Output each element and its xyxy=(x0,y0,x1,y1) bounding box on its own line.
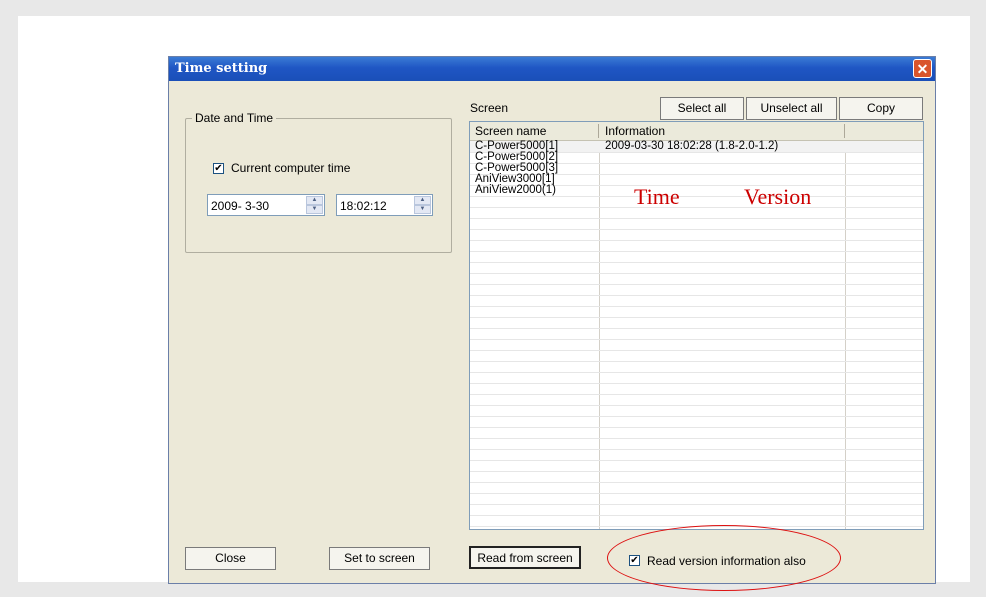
table-header: Screen name Information xyxy=(470,122,923,141)
spin-down-icon[interactable]: ▼ xyxy=(414,205,431,214)
title-bar[interactable]: Time setting ✕ xyxy=(169,57,935,81)
current-computer-time-checkbox[interactable]: ✔ xyxy=(213,163,224,174)
date-value: 2009- 3-30 xyxy=(211,199,270,213)
column-header-information[interactable]: Information xyxy=(605,124,665,138)
highlight-ellipse xyxy=(607,525,841,591)
date-spinner[interactable]: ▲ ▼ xyxy=(306,196,323,214)
screen-label: Screen xyxy=(470,101,509,115)
read-from-screen-button[interactable]: Read from screen xyxy=(469,546,581,569)
column-header-screen-name[interactable]: Screen name xyxy=(475,124,546,138)
time-annotation: Time xyxy=(634,184,680,209)
time-value: 18:02:12 xyxy=(340,199,387,213)
close-window-icon[interactable]: ✕ xyxy=(913,59,932,78)
date-time-group-label: Date and Time xyxy=(192,111,277,125)
time-picker[interactable]: 18:02:12 ▲ ▼ xyxy=(336,194,433,216)
version-annotation: Version xyxy=(744,184,812,209)
current-computer-time-label: Current computer time xyxy=(231,161,351,175)
date-time-group: Date and Time ✔ Current computer time 20… xyxy=(185,111,452,253)
set-to-screen-button[interactable]: Set to screen xyxy=(329,547,430,570)
time-spinner[interactable]: ▲ ▼ xyxy=(414,196,431,214)
date-picker[interactable]: 2009- 3-30 ▲ ▼ xyxy=(207,194,325,216)
copy-button[interactable]: Copy xyxy=(839,97,923,120)
close-button[interactable]: Close xyxy=(185,547,276,570)
unselect-all-button[interactable]: Unselect all xyxy=(746,97,837,120)
spin-up-icon[interactable]: ▲ xyxy=(414,196,431,205)
spin-down-icon[interactable]: ▼ xyxy=(306,205,323,214)
screen-name-cell: AniView2000(1) xyxy=(475,184,556,196)
window-title: Time setting xyxy=(175,61,268,76)
time-setting-dialog: Time setting ✕ Date and Time ✔ Current c… xyxy=(168,56,936,591)
screen-table[interactable]: Screen name Information C-Power5000[1] 20… xyxy=(469,121,924,530)
spin-up-icon[interactable]: ▲ xyxy=(306,196,323,205)
information-cell: 2009-03-30 18:02:28 (1.8-2.0-1.2) xyxy=(605,140,779,152)
select-all-button[interactable]: Select all xyxy=(660,97,744,120)
page-background: Time setting ✕ Date and Time ✔ Current c… xyxy=(18,16,970,591)
